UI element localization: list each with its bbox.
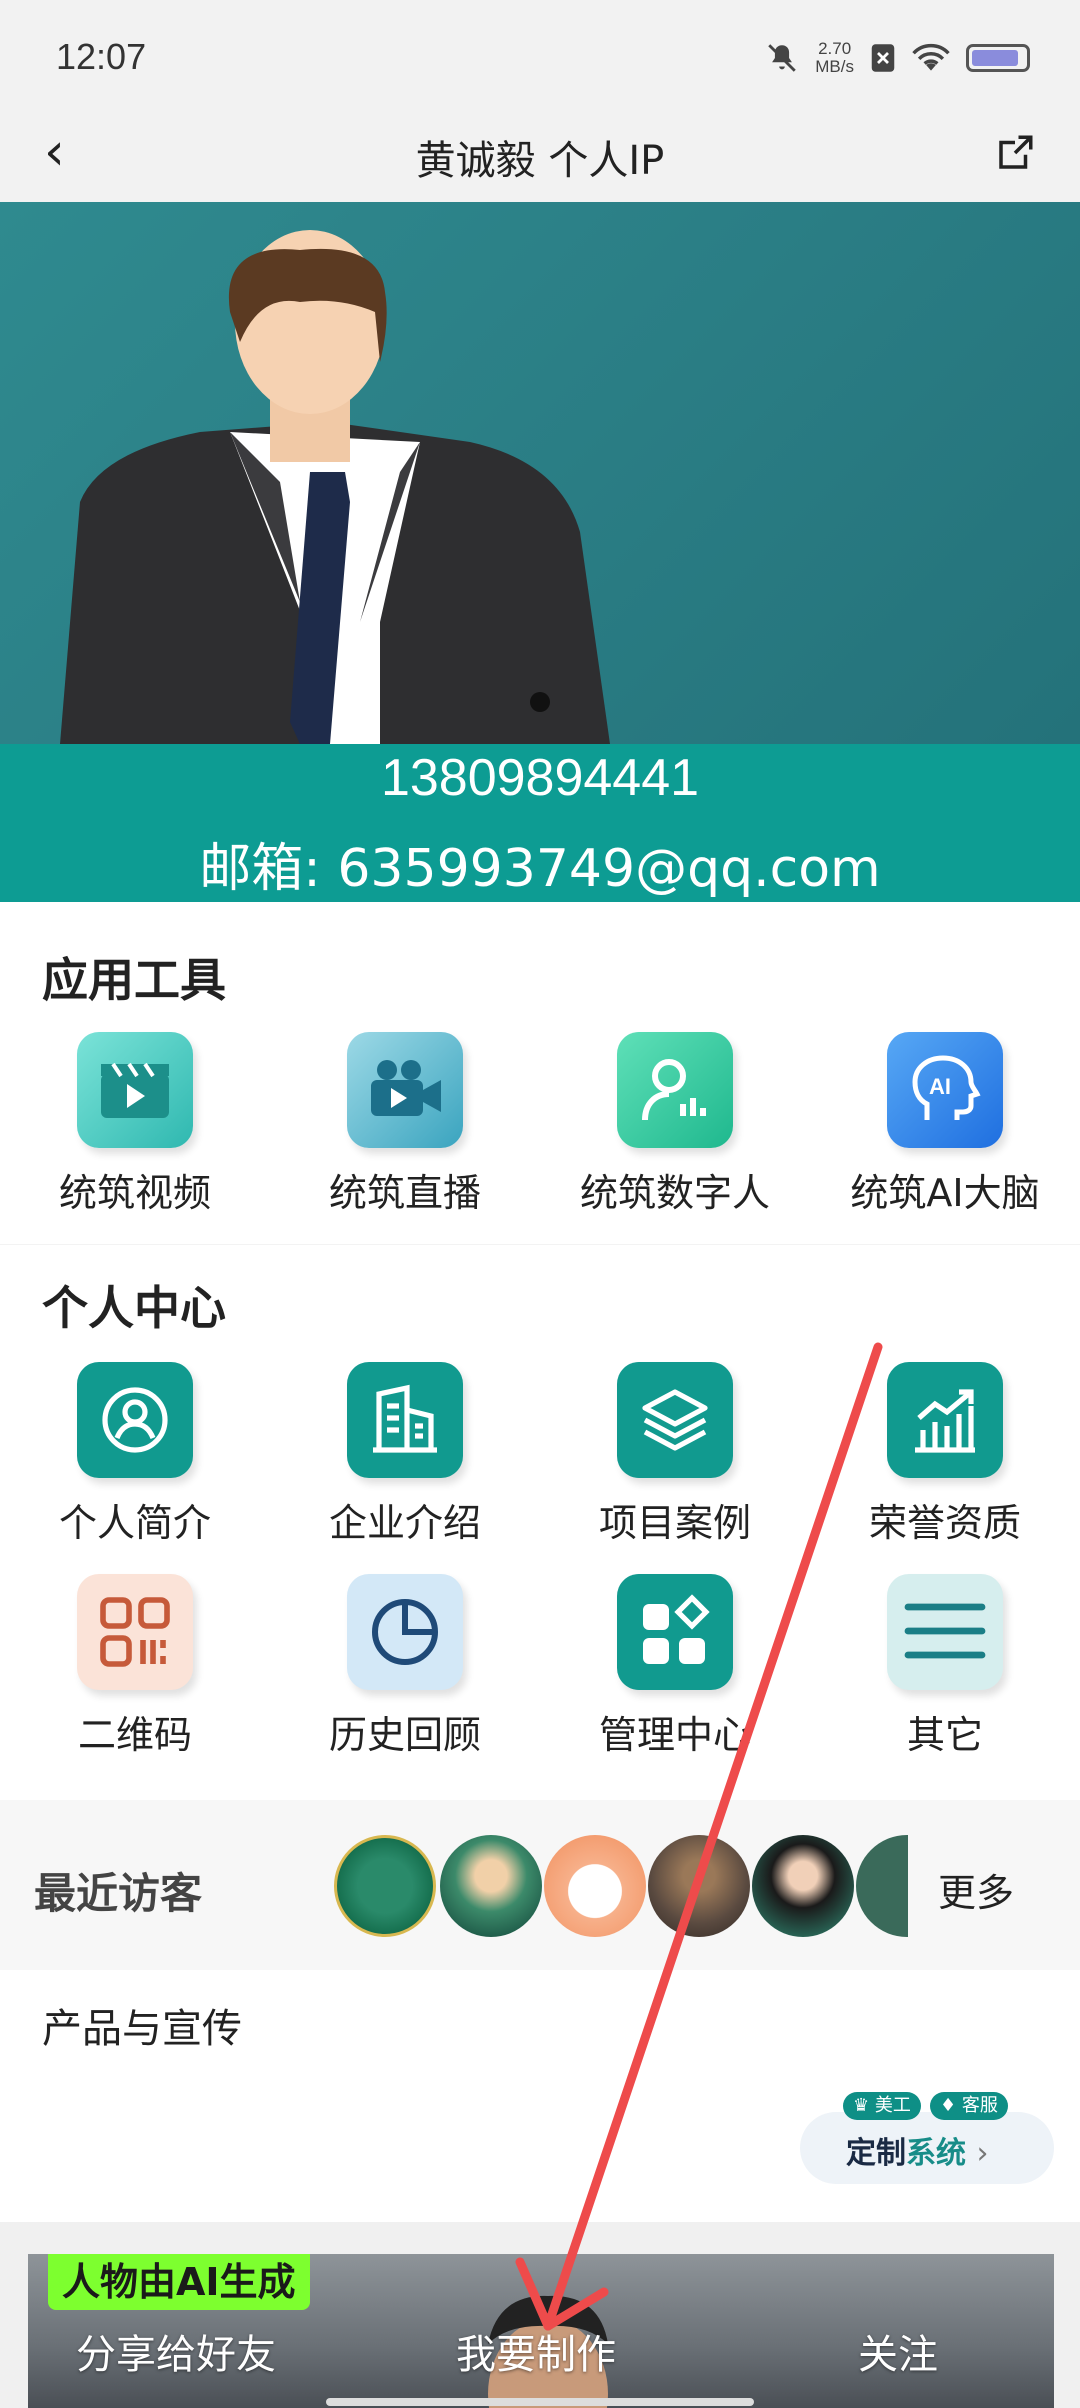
personal-label: 项目案例 [598,1501,751,1545]
personal-item-profile[interactable]: 个人简介 [0,1362,270,1547]
video-clapper-icon [77,1032,193,1148]
personal-item-projects[interactable]: 项目案例 [540,1362,810,1547]
make-mine-button[interactable]: 我要制作 [456,2322,616,2380]
contact-phone[interactable]: 13809894441 [0,748,1080,808]
personal-label: 二维码 [77,1713,192,1757]
tool-item-video[interactable]: 统筑视频 [0,1032,270,1217]
personal-item-history[interactable]: 历史回顾 [270,1574,540,1759]
badge-service: ♦ 客服 [930,2092,1008,2120]
ai-brain-icon: AI [887,1032,1003,1148]
personal-label: 企业介绍 [328,1501,481,1545]
pie-clock-icon [347,1574,463,1690]
hero-banner[interactable] [0,202,1080,744]
visitor-avatar[interactable] [752,1835,854,1937]
products-title: 产品与宣传 [42,2006,242,2052]
personal-label: 荣誉资质 [868,1501,1021,1545]
tool-label: 统筑直播 [328,1171,481,1215]
personal-title: 个人中心 [42,1281,226,1335]
no-sim-icon [871,44,895,72]
visitor-avatar[interactable] [334,1835,436,1937]
mute-bell-icon [768,44,797,72]
network-speed: 2.70 MB/s [815,39,854,76]
tool-label: 统筑AI大脑 [850,1171,1040,1215]
visitor-avatar[interactable] [544,1835,646,1937]
personal-label: 其它 [906,1713,983,1757]
personal-item-other[interactable]: 其它 [810,1574,1080,1759]
menu-lines-icon [887,1574,1003,1690]
personal-item-honors[interactable]: 荣誉资质 [810,1362,1080,1547]
digital-human-icon [617,1032,733,1148]
crown-icon: ♛ [853,2095,870,2116]
video-camera-icon [347,1032,463,1148]
visitor-avatar[interactable] [440,1835,542,1937]
visitors-title: 最近访客 [34,1869,203,1918]
home-indicator [326,2398,754,2406]
layers-icon [617,1362,733,1478]
carousel-indicator[interactable] [530,692,550,712]
person-icon [77,1362,193,1478]
chart-growth-icon [887,1362,1003,1478]
qr-code-icon [77,1574,193,1690]
visitor-avatar[interactable] [648,1835,750,1937]
badge-designer: ♛ 美工 [843,2092,921,2120]
personal-item-qr[interactable]: 二维码 [0,1574,270,1759]
tool-label: 统筑视频 [58,1171,211,1215]
businessman-illustration [60,230,610,744]
tool-label: 统筑数字人 [579,1171,770,1215]
ai-generated-tag: 人物由AI生成 [48,2254,310,2310]
follow-button[interactable]: 关注 [858,2322,938,2380]
contact-email[interactable]: 邮箱: 635993749@qq.com [0,826,1080,901]
personal-item-manage[interactable]: 管理中心 [540,1574,810,1759]
status-time: 12:07 [56,36,147,77]
tool-item-digital-human[interactable]: 统筑数字人 [540,1032,810,1217]
grid-manage-icon [617,1574,733,1690]
personal-label: 管理中心 [598,1713,751,1757]
svg-text:AI: AI [929,1074,951,1099]
personal-label: 历史回顾 [328,1713,481,1757]
tool-item-live[interactable]: 统筑直播 [270,1032,540,1217]
share-friends-button[interactable]: 分享给好友 [76,2322,276,2380]
tools-title: 应用工具 [42,953,226,1007]
tool-item-ai-brain[interactable]: AI 统筑AI大脑 [810,1032,1080,1217]
building-icon [347,1362,463,1478]
status-icons: 2.70 MB/s [765,40,1030,76]
diamond-icon: ♦ [940,2095,957,2116]
visitors-more-link[interactable]: 更多 [938,1862,1014,1917]
personal-label: 个人简介 [58,1501,211,1545]
chevron-right-icon: › [976,2136,989,2171]
share-icon[interactable] [994,132,1036,174]
wifi-icon [912,43,950,71]
battery-icon [966,44,1030,72]
personal-item-company[interactable]: 企业介绍 [270,1362,540,1547]
page-title: 黄诚毅 个人IP [415,138,665,184]
custom-system-label: 定制系统 › [846,2136,989,2171]
